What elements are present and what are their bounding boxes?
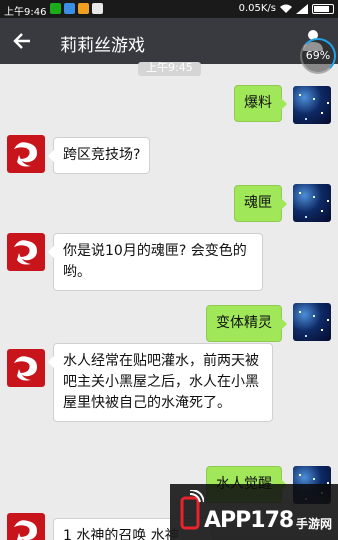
network-speed: 0.05K/s: [238, 3, 276, 14]
back-arrow-icon[interactable]: [10, 28, 36, 54]
user-avatar[interactable]: [293, 86, 331, 124]
message-bubble-sent[interactable]: 魂匣: [234, 185, 287, 222]
lilith-logo-icon: [14, 520, 37, 540]
watermark-overlay: APP178 手游网: [170, 484, 338, 540]
status-time: 上午9:46: [4, 7, 47, 18]
app-notification-icon: [64, 3, 75, 14]
lilith-logo-icon: [14, 240, 37, 265]
lilith-logo-icon: [14, 356, 37, 381]
bot-avatar[interactable]: [7, 349, 45, 387]
message-bubble-sent[interactable]: 变体精灵: [206, 305, 287, 342]
wechat-notification-icon: [50, 3, 61, 14]
chat-title: 莉莉丝游戏: [60, 36, 145, 56]
message-notification-icon: [92, 3, 103, 14]
watermark-subtitle: 手游网: [295, 517, 332, 531]
message-bubble-received[interactable]: 你是说10月的魂匣? 会变色的哟。: [48, 233, 263, 291]
user-avatar[interactable]: [293, 303, 331, 341]
bot-avatar[interactable]: [7, 135, 45, 173]
notification-icons: [50, 3, 103, 14]
message-bubble-received[interactable]: 水人经常在贴吧灌水，前两天被吧主关小黑屋之后，水人在小黑屋里快被自己的水淹死了。: [48, 343, 273, 422]
lilith-logo-icon: [14, 142, 37, 167]
chat-header: 莉莉丝游戏 69%: [0, 18, 338, 74]
battery-icon: [312, 3, 334, 14]
status-bar: 上午9:46 0.05K/s: [0, 0, 338, 18]
timestamp: 上午9:45: [138, 62, 201, 76]
battery-fill: [314, 5, 329, 12]
bot-avatar[interactable]: [7, 233, 45, 271]
message-bubble-sent[interactable]: 爆料: [234, 85, 287, 122]
status-right: 0.05K/s: [239, 3, 334, 14]
watermark-brand: APP178: [204, 508, 294, 533]
message-bubble-received[interactable]: 跨区竞技场?: [47, 137, 151, 174]
phone-logo-icon: [180, 490, 204, 530]
user-avatar[interactable]: [293, 184, 331, 222]
signal-icon: [296, 3, 308, 14]
progress-overlay: 69%: [300, 38, 336, 74]
alert-notification-icon: [78, 3, 89, 14]
wifi-icon: [280, 4, 292, 13]
bot-avatar[interactable]: [7, 513, 45, 540]
